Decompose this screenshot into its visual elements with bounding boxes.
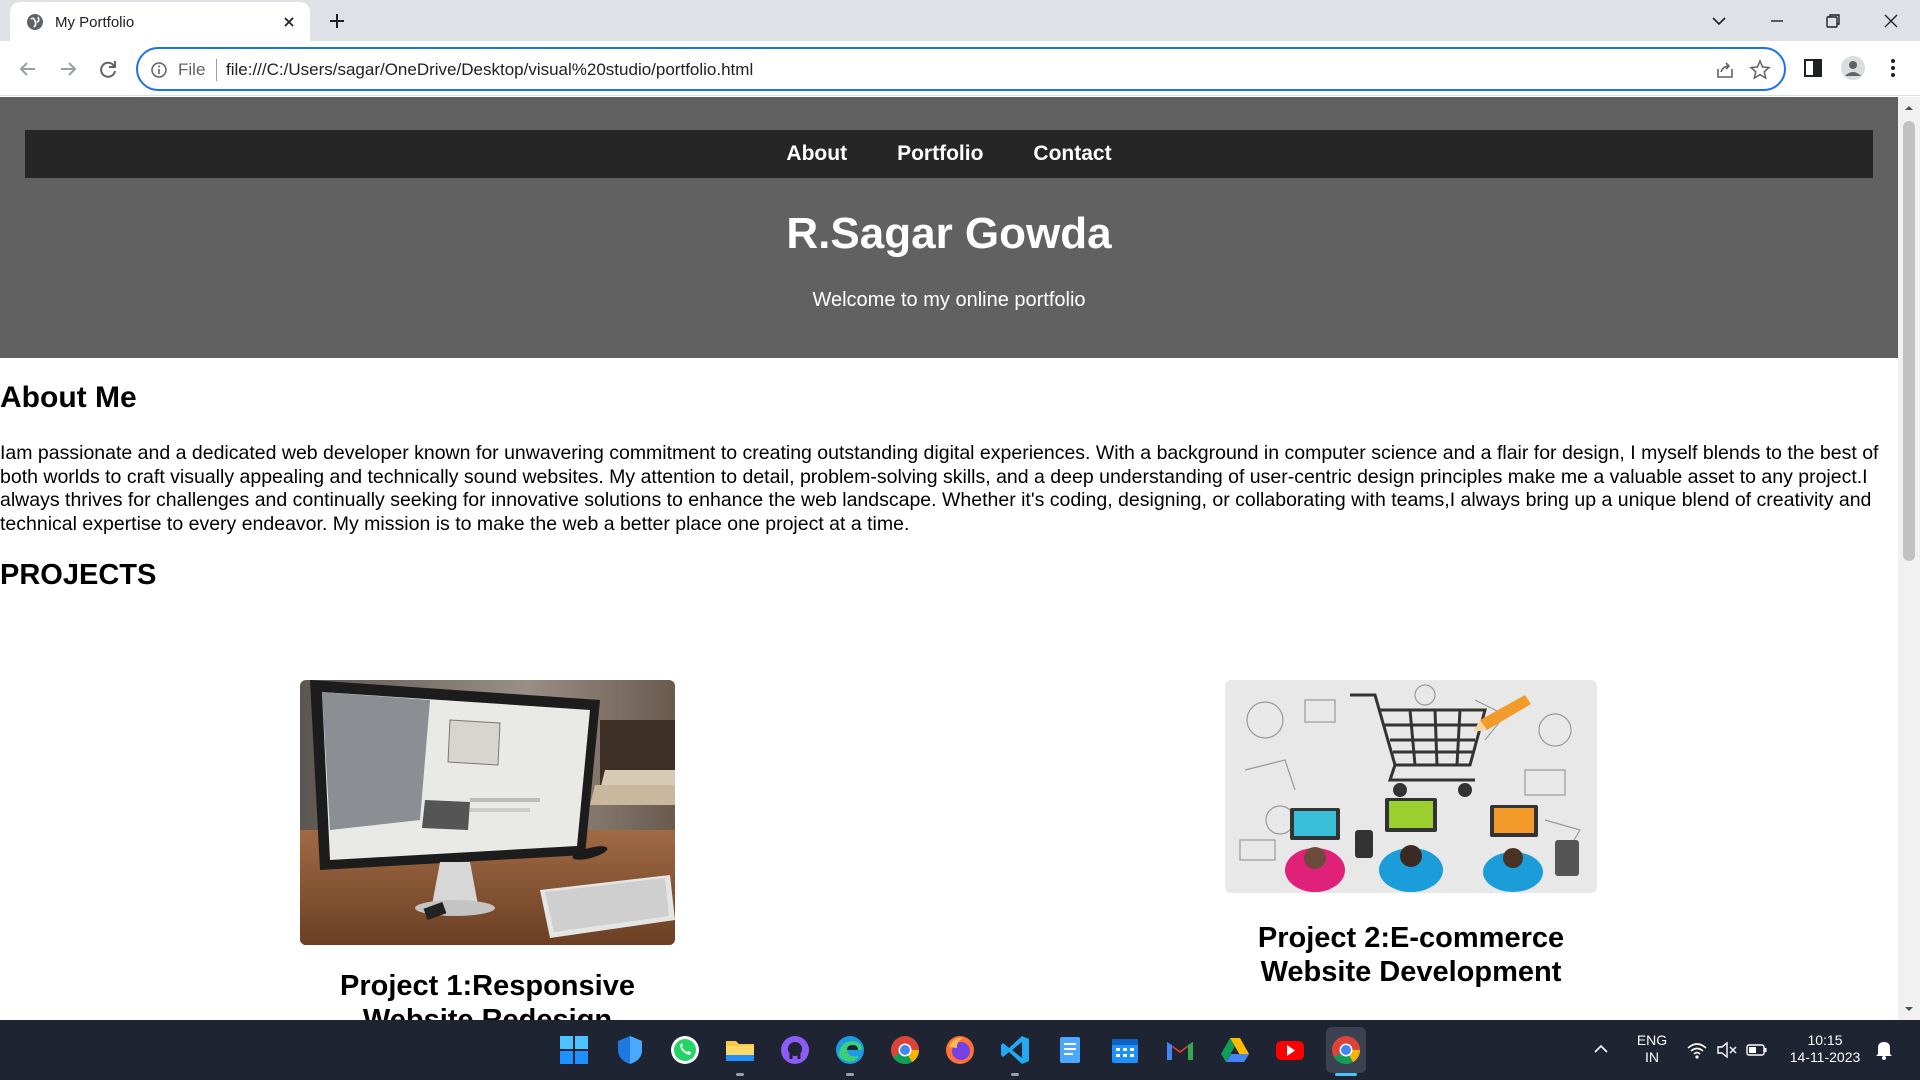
google-drive-icon[interactable] [1218, 1033, 1252, 1067]
about-paragraph: Iam passionate and a dedicated web devel… [0, 442, 1879, 535]
clock[interactable]: 10:15 14-11-2023 [1782, 1032, 1868, 1066]
language-label: ENG [1636, 1032, 1668, 1048]
site-header: About Portfolio Contact R.Sagar Gowda We… [0, 97, 1898, 358]
nav-link-contact[interactable]: Contact [1033, 142, 1111, 166]
tab-title: My Portfolio [55, 14, 135, 31]
battery-icon[interactable] [1746, 1041, 1768, 1059]
new-tab-icon[interactable] [324, 8, 350, 34]
close-tab-icon[interactable] [279, 12, 299, 32]
youtube-icon[interactable] [1273, 1033, 1307, 1067]
chrome-icon[interactable] [888, 1033, 922, 1067]
gmail-icon[interactable] [1163, 1033, 1197, 1067]
security-shield-icon[interactable] [613, 1033, 647, 1067]
share-icon[interactable] [1714, 59, 1736, 81]
info-icon[interactable] [150, 61, 168, 79]
running-indicator [736, 1073, 744, 1076]
about-heading: About Me [0, 381, 137, 414]
running-indicator [846, 1073, 854, 1076]
site-tagline: Welcome to my online portfolio [812, 289, 1086, 311]
nav-link-about[interactable]: About [786, 142, 847, 166]
project-2-title: Project 2:E-commerce Website Development [1257, 922, 1565, 988]
bookmark-star-icon[interactable] [1749, 59, 1771, 81]
nav-link-portfolio[interactable]: Portfolio [897, 142, 983, 166]
scrollbar-thumb[interactable] [1903, 121, 1915, 561]
page-scrollbar[interactable] [1898, 97, 1920, 1020]
chrome-active-button[interactable] [1326, 1027, 1366, 1073]
side-panel-icon[interactable] [1800, 55, 1826, 81]
project-2-image [1225, 680, 1597, 893]
url-text[interactable]: file:///C:/Users/sagar/OneDrive/Desktop/… [226, 60, 753, 80]
windows-taskbar: ENG IN 10:15 14-11-2023 [0, 1020, 1920, 1080]
page-viewport: About Portfolio Contact R.Sagar Gowda We… [0, 97, 1898, 1020]
vscode-icon[interactable] [998, 1033, 1032, 1067]
project-1-title: Project 1:Responsive Website Redesign [340, 970, 635, 1020]
file-explorer-icon[interactable] [723, 1033, 757, 1067]
globe-icon [27, 14, 43, 30]
clock-date: 14-11-2023 [1789, 1049, 1861, 1065]
address-scheme-label: File [178, 60, 206, 79]
wifi-icon[interactable] [1686, 1040, 1708, 1060]
running-indicator [1011, 1073, 1019, 1076]
browser-toolbar: File file:///C:/Users/sagar/OneDrive/Des… [0, 41, 1920, 96]
clock-time: 10:15 [1807, 1032, 1843, 1048]
scroll-down-icon[interactable] [1903, 1003, 1915, 1015]
close-window-icon[interactable] [1876, 6, 1906, 36]
windows-start-icon[interactable] [557, 1033, 591, 1067]
calendar-icon[interactable] [1108, 1033, 1142, 1067]
project-1-image [300, 680, 675, 945]
scroll-up-icon[interactable] [1903, 102, 1915, 114]
active-indicator [1335, 1073, 1357, 1076]
minimize-icon[interactable] [1762, 6, 1792, 36]
region-label: IN [1645, 1049, 1659, 1065]
chrome-active-icon [1332, 1036, 1360, 1064]
address-bar[interactable]: File file:///C:/Users/sagar/OneDrive/Des… [136, 47, 1786, 91]
tray-chevron-up-icon[interactable] [1592, 1042, 1610, 1056]
browser-tab[interactable]: My Portfolio [10, 2, 310, 41]
profile-avatar-icon[interactable] [1840, 55, 1866, 81]
kebab-menu-icon[interactable] [1880, 55, 1906, 81]
address-separator [216, 59, 217, 81]
browser-tab-strip: My Portfolio [0, 0, 1920, 41]
github-icon[interactable] [778, 1033, 812, 1067]
notepad-icon[interactable] [1053, 1033, 1087, 1067]
firefox-icon[interactable] [943, 1033, 977, 1067]
whatsapp-icon[interactable] [668, 1033, 702, 1067]
reload-icon[interactable] [94, 55, 122, 83]
restore-icon[interactable] [1818, 6, 1848, 36]
projects-heading: PROJECTS [0, 559, 157, 591]
input-language-indicator[interactable]: ENG IN [1630, 1032, 1674, 1066]
edge-browser-icon[interactable] [833, 1033, 867, 1067]
site-title: R.Sagar Gowda [786, 209, 1112, 258]
back-icon[interactable] [14, 55, 42, 83]
forward-icon[interactable] [54, 55, 82, 83]
site-nav: About Portfolio Contact [25, 130, 1873, 178]
notification-bell-icon[interactable] [1874, 1039, 1894, 1061]
chevron-down-icon[interactable] [1704, 6, 1734, 36]
speaker-muted-icon[interactable] [1716, 1040, 1738, 1060]
